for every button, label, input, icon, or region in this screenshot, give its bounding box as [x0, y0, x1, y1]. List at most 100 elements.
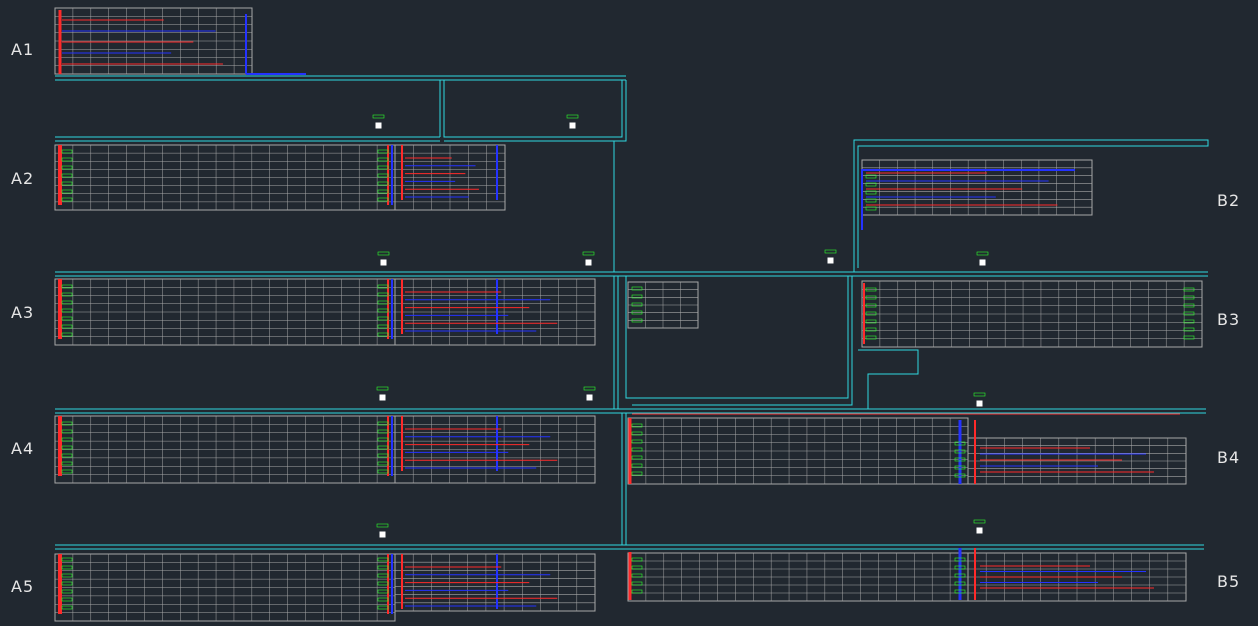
zone-label-b2: B2 — [1217, 191, 1240, 210]
a5m-tag — [377, 557, 389, 562]
b2-cold-loop — [861, 169, 1075, 230]
a3m-tag — [377, 316, 389, 321]
riser-caption — [376, 386, 389, 391]
a5-tag — [61, 605, 73, 610]
riser-caption — [824, 249, 837, 254]
b4-tag — [631, 447, 643, 452]
riser-symbol — [976, 400, 983, 407]
main-pipe-center-loop — [625, 276, 849, 399]
b5-tag — [631, 557, 643, 562]
a2-tag — [61, 157, 73, 162]
equipment-tags — [61, 149, 1195, 610]
a5m-tag — [377, 597, 389, 602]
a2-tag — [61, 181, 73, 186]
a5m-tag — [377, 589, 389, 594]
a4m-tag — [377, 437, 389, 442]
a4-tag — [61, 461, 73, 466]
b4-tag — [631, 471, 643, 476]
zone-label-b3: B3 — [1217, 310, 1240, 329]
a3m-tag — [377, 324, 389, 329]
riser-caption — [583, 386, 596, 391]
layout-grids — [54, 7, 1203, 622]
riser-symbol — [585, 259, 592, 266]
zone-label-b5: B5 — [1217, 572, 1240, 591]
zone-label-b4: B4 — [1217, 448, 1240, 467]
zone-label-a1: A1 — [11, 40, 34, 59]
a5-tag — [61, 581, 73, 586]
riser-symbol — [976, 527, 983, 534]
zone-label-a5: A5 — [11, 577, 34, 596]
a5m-tag — [377, 573, 389, 578]
a4-tag — [61, 469, 73, 474]
a2m-tag — [377, 189, 389, 194]
zone-label-a4: A4 — [11, 439, 34, 458]
a5-tag — [61, 565, 73, 570]
a3-tag — [61, 332, 73, 337]
floor-plan-canvas: A1 A2 A3 A4 A5 B2 B3 B4 B5 — [11, 7, 1240, 622]
a2-tag — [61, 189, 73, 194]
a3m-tag — [377, 332, 389, 337]
a3-tag — [61, 316, 73, 321]
a2m-tag — [377, 173, 389, 178]
b5-tag — [631, 573, 643, 578]
riser-symbol — [586, 394, 593, 401]
a2-tag — [61, 165, 73, 170]
a5-tag — [61, 573, 73, 578]
riser-symbol — [380, 259, 387, 266]
a4m-tag — [377, 461, 389, 466]
b3-tag — [865, 311, 877, 316]
b5-tag — [631, 589, 643, 594]
main-pipe-loop-right — [610, 80, 627, 142]
a2m-tag — [377, 165, 389, 170]
main-pipe-b3-jog — [858, 349, 919, 409]
riser-caption — [973, 519, 986, 524]
a5m-tag — [377, 605, 389, 610]
riser-caption — [372, 114, 385, 119]
a3-tag — [61, 324, 73, 329]
b5-tag — [631, 581, 643, 586]
b3r-tag — [1183, 311, 1195, 316]
a5m-tag — [377, 581, 389, 586]
a3-tag — [61, 308, 73, 313]
b2-tag — [865, 206, 877, 211]
grid-b2-outline — [861, 159, 1093, 216]
b4-tag — [631, 455, 643, 460]
center-tag — [631, 302, 643, 307]
riser-symbol — [375, 122, 382, 129]
riser-symbol — [379, 531, 386, 538]
a4-tag — [61, 445, 73, 450]
riser-caption — [377, 251, 390, 256]
main-pipe-center-inner — [632, 276, 853, 406]
b4-tag — [631, 463, 643, 468]
a4-tag — [61, 453, 73, 458]
a2m-tag — [377, 157, 389, 162]
riser-symbol — [569, 122, 576, 129]
a4m-tag — [377, 469, 389, 474]
riser-symbol — [379, 394, 386, 401]
riser-caption — [376, 523, 389, 528]
a2-tag — [61, 173, 73, 178]
riser-caption — [566, 114, 579, 119]
zone-label-a2: A2 — [11, 169, 34, 188]
a2-tag — [61, 197, 73, 202]
b5-tag — [631, 565, 643, 570]
a5-tag — [61, 557, 73, 562]
a2m-tag — [377, 197, 389, 202]
a5-tag — [61, 589, 73, 594]
a4-tag — [61, 437, 73, 442]
a5-tag — [61, 597, 73, 602]
riser-symbol — [979, 259, 986, 266]
riser-caption — [976, 251, 989, 256]
a2m-tag — [377, 149, 389, 154]
a4m-tag — [377, 453, 389, 458]
riser-caption — [973, 392, 986, 397]
zone-label-a3: A3 — [11, 303, 34, 322]
riser-symbol — [827, 257, 834, 264]
a3m-tag — [377, 308, 389, 313]
a5m-tag — [377, 565, 389, 570]
main-pipe-loop — [443, 80, 623, 138]
riser-caption — [582, 251, 595, 256]
a2-tag — [61, 149, 73, 154]
a2m-tag — [377, 181, 389, 186]
a4m-tag — [377, 445, 389, 450]
